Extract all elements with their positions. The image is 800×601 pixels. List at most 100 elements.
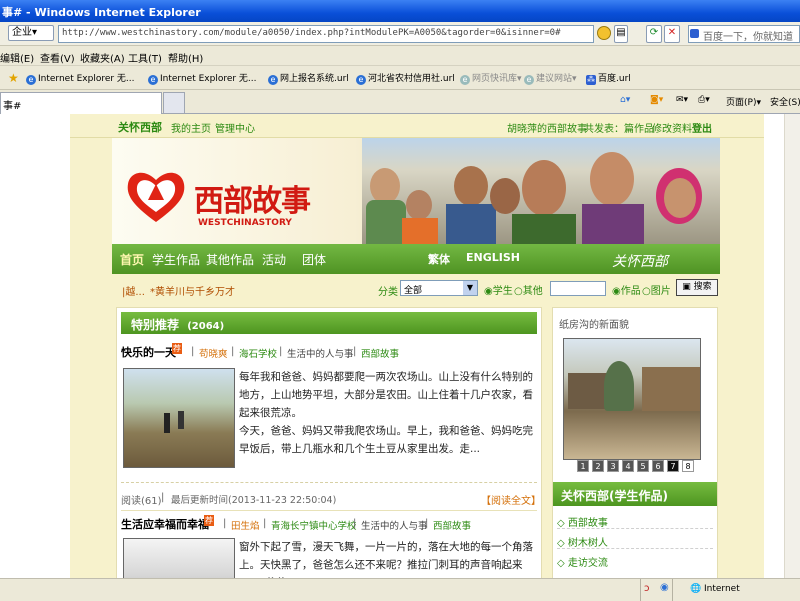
article-column[interactable]: 西部故事: [433, 518, 471, 532]
favorite-item[interactable]: e Internet Explorer 无...: [26, 71, 135, 85]
article-photo[interactable]: [123, 368, 235, 468]
page-button[interactable]: 5: [637, 460, 649, 472]
read-more-link[interactable]: 【阅读全文】: [481, 492, 541, 507]
marquee-item[interactable]: |越...: [122, 283, 145, 298]
page-button[interactable]: 3: [607, 460, 619, 472]
sidebar-link[interactable]: ◇ 西部故事: [557, 514, 608, 529]
favorite-item[interactable]: ⁂ 百度.url: [586, 71, 631, 85]
article-title[interactable]: 生活应幸福而幸福: [121, 516, 209, 532]
page-button-active[interactable]: 8: [682, 460, 694, 472]
mail-icon[interactable]: ✉▾: [676, 95, 688, 105]
zone-label: Internet: [704, 584, 740, 594]
tab-active[interactable]: 事#: [0, 92, 162, 114]
updated-time: 最后更新时间(2013-11-23 22:50:04): [171, 495, 337, 506]
article-title[interactable]: 快乐的一天: [121, 344, 176, 360]
favorite-item[interactable]: e 网上报名系统.url: [268, 71, 349, 85]
page-menu[interactable]: 页面(P)▾: [726, 95, 761, 108]
page-button[interactable]: 6: [652, 460, 664, 472]
print-icon[interactable]: ⎙▾: [698, 95, 710, 105]
article-author[interactable]: 苟晓爽: [199, 346, 228, 360]
security-icon[interactable]: ↄ: [644, 583, 650, 594]
menu-bar: 编辑(E) 查看(V) 收藏夹(A) 工具(T) 帮助(H): [0, 46, 800, 66]
page-button[interactable]: 7: [667, 460, 679, 472]
nav-home[interactable]: 首页: [120, 251, 144, 268]
favorite-item[interactable]: e 网页快讯库▾: [460, 71, 522, 85]
favorite-item[interactable]: e 建议网站▾: [524, 71, 577, 85]
slideshow-photo[interactable]: [563, 338, 701, 460]
photo-caption[interactable]: 纸房沟的新面貌: [559, 316, 629, 331]
safety-menu[interactable]: 安全(S): [770, 95, 800, 108]
article-excerpt-2: 今天，爸爸、妈妈又带我爬农场山。早上，我和爸爸、妈妈吃完早饭后，带上几瓶水和几个…: [239, 425, 533, 455]
menu-tools[interactable]: 工具(T): [128, 50, 162, 65]
article-school[interactable]: 海石学校: [239, 346, 277, 360]
category-label: 分类: [378, 287, 398, 298]
article-category[interactable]: 生活中的人与事: [361, 518, 428, 532]
address-input[interactable]: http://www.westchinastory.com/module/a00…: [58, 25, 594, 43]
edit-profile-link[interactable]: 修改资料: [652, 120, 692, 135]
compat-view-icon[interactable]: ▤: [614, 25, 628, 43]
sidebar-link[interactable]: ◇ 树木树人: [557, 534, 608, 549]
admin-link[interactable]: 管理中心: [215, 120, 255, 135]
go-icon[interactable]: [597, 26, 611, 40]
nav-other-works[interactable]: 其他作品: [206, 251, 254, 268]
new-tab-button[interactable]: [163, 92, 185, 114]
nav-groups[interactable]: 团体: [302, 251, 326, 268]
category-select[interactable]: 全部 ▼: [400, 280, 478, 296]
menu-view[interactable]: 查看(V): [40, 50, 75, 65]
search-input[interactable]: 百度一下，你就知道: [688, 25, 800, 43]
featured-title: 特别推荐: [131, 318, 180, 332]
nav-activities[interactable]: 活动: [262, 251, 286, 268]
article-column[interactable]: 西部故事: [361, 346, 399, 360]
refresh-icon[interactable]: ⟳: [646, 25, 662, 43]
article-photo[interactable]: [123, 538, 235, 578]
category-selected: 全部: [404, 286, 423, 296]
zone-icon: ◉: [660, 582, 669, 593]
vertical-scrollbar[interactable]: [784, 114, 800, 578]
favorite-item[interactable]: e 河北省农村信用社.url: [356, 71, 455, 85]
web-content: 关怀西部 我的主页 管理中心 胡晓萍的西部故事 共发表：篇作品 修改资料 登出 …: [0, 114, 800, 578]
ie-icon: e: [148, 75, 158, 85]
search-button[interactable]: ▣ 搜索: [676, 279, 718, 296]
logout-link[interactable]: 登出: [692, 120, 712, 135]
menu-help[interactable]: 帮助(H): [168, 50, 203, 65]
my-home-link[interactable]: 我的主页: [171, 120, 211, 135]
favorites-bar: ★ e Internet Explorer 无... e Internet Expl…: [0, 66, 800, 90]
favorites-star-icon[interactable]: ★: [8, 71, 19, 85]
feeds-icon[interactable]: ◙▾: [650, 95, 663, 105]
window-title-bar: 事# - Windows Internet Explorer: [0, 0, 800, 22]
post-count: 共发表：篇作品: [584, 124, 654, 135]
featured-count: (2064): [187, 321, 225, 332]
page-button[interactable]: 4: [622, 460, 634, 472]
home-icon[interactable]: ⌂▾: [620, 95, 630, 105]
menu-favorites[interactable]: 收藏夹(A): [80, 50, 125, 65]
article-author[interactable]: 田生焰: [231, 518, 260, 532]
zone-icon: 🌐: [690, 584, 702, 594]
radio-other[interactable]: ○其他: [514, 282, 543, 297]
user-story-link[interactable]: 胡晓萍的西部故事: [507, 120, 587, 135]
page-button[interactable]: 1: [577, 460, 589, 472]
sidebar-section-header: 关怀西部(学生作品): [553, 482, 717, 506]
window-title: 事# - Windows Internet Explorer: [2, 6, 201, 19]
page-button[interactable]: 2: [592, 460, 604, 472]
nav-english[interactable]: ENGLISH: [466, 251, 520, 264]
ie-icon: e: [268, 75, 278, 85]
article-category[interactable]: 生活中的人与事: [287, 346, 354, 360]
article-excerpt: 每年我和爸爸、妈妈都要爬一两次农场山。山上没有什么特别的地方，上山地势平坦，大部…: [239, 371, 533, 419]
article-excerpt: 窗外下起了雪，漫天飞舞，一片一片的，落在大地的每一个角落上。天快黑了，爸爸怎么还…: [239, 541, 533, 578]
nav-slogan: 关怀西部: [612, 254, 668, 270]
nav-traditional[interactable]: 繁体: [428, 251, 450, 267]
filter-row: |越... *黄羊川与千乡万才 分类 全部 ▼ ◉学生 ○其他 ◉作品 ○图片 …: [112, 274, 720, 304]
stop-icon[interactable]: ✕: [664, 25, 680, 43]
featured-header: 特别推荐 (2064): [121, 312, 537, 334]
article-school[interactable]: 青海长宁镇中心学校: [271, 518, 357, 532]
marquee-item[interactable]: *黄羊川与千乡万才: [150, 283, 235, 298]
radio-images[interactable]: ○图片: [642, 282, 671, 297]
keyword-input[interactable]: [550, 281, 606, 296]
nav-student-works[interactable]: 学生作品: [152, 251, 200, 268]
radio-student[interactable]: ◉学生: [484, 282, 513, 297]
menu-edit[interactable]: 编辑(E): [0, 50, 34, 65]
address-zone-dropdown[interactable]: 企业▾: [8, 25, 54, 41]
favorite-item[interactable]: e Internet Explorer 无...: [148, 71, 257, 85]
radio-works[interactable]: ◉作品: [612, 282, 641, 297]
sidebar-link[interactable]: ◇ 走访交流: [557, 554, 608, 569]
